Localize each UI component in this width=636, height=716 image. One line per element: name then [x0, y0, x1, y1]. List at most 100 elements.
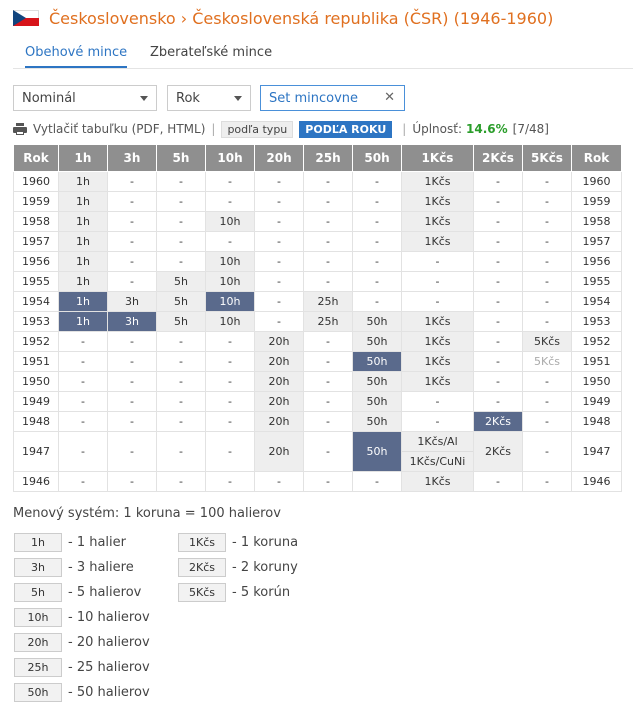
empty-cell: -: [522, 371, 572, 392]
sort-by-type-button[interactable]: podľa typu: [221, 120, 294, 138]
table-row: 1948- - - -20h -50h -2Kčs -1948: [13, 411, 622, 432]
coin-cell[interactable]: 5Kčs: [522, 331, 572, 352]
empty-cell: -: [107, 251, 157, 272]
table-row: 1954 1h 3h 5h 10h -25h - - - -1954: [13, 291, 622, 312]
coin-cell[interactable]: 25h: [303, 291, 353, 312]
table-row: 1952- - - -20h -50h 1Kčs -5Kčs 1952: [13, 331, 622, 352]
coin-cell[interactable]: 3h: [107, 291, 157, 312]
coin-cell[interactable]: 1h: [58, 191, 108, 212]
coin-cell[interactable]: 10h: [205, 251, 255, 272]
print-table-link[interactable]: Vytlačiť tabuľku (PDF, HTML): [33, 122, 205, 136]
row-year-right: 1955: [571, 271, 622, 292]
table-row: 1956 1h - -10h - - - - - -1956: [13, 251, 622, 272]
table-row: 1960 1h - - - - - -1Kčs - -1960: [13, 171, 622, 192]
empty-cell: -: [107, 191, 157, 212]
coin-cell[interactable]: 50h: [352, 411, 402, 432]
coin-cell[interactable]: 20h: [254, 391, 304, 412]
coin-cell[interactable]: 5h: [156, 311, 206, 332]
coin-cell[interactable]: 1h: [58, 231, 108, 252]
coin-cell[interactable]: 20h: [254, 351, 304, 372]
table-row: 1950- - - -20h -50h 1Kčs - -1950: [13, 371, 622, 392]
empty-cell: -: [107, 231, 157, 252]
sort-by-year-button[interactable]: PODĽA ROKU: [299, 120, 393, 138]
empty-cell: -: [401, 271, 474, 292]
row-year-right: 1946: [571, 471, 622, 492]
printer-icon[interactable]: [13, 123, 27, 135]
coin-cell[interactable]: 1Kčs: [401, 171, 474, 192]
coin-cell: 1Kčs/Al 1Kčs/CuNi: [401, 431, 474, 472]
close-icon[interactable]: ✕: [384, 90, 395, 105]
empty-cell: -: [303, 431, 353, 472]
coin-cell[interactable]: 1Kčs: [401, 231, 474, 252]
coin-cell[interactable]: 20h: [254, 411, 304, 432]
coin-cell[interactable]: 1h: [58, 251, 108, 272]
coin-cell[interactable]: 20h: [254, 371, 304, 392]
empty-cell: -: [205, 411, 255, 432]
empty-cell: -: [58, 391, 108, 412]
coins-by-year-table: Rok 1h 3h 5h 10h 20h 25h 50h 1Kčs 2Kčs 5Kčs Rok 196…: [13, 144, 622, 492]
row-year-left: 1948: [13, 411, 59, 432]
coin-cell[interactable]: 50h: [352, 431, 402, 472]
coin-cell[interactable]: 1h: [58, 291, 108, 312]
empty-cell: -: [303, 351, 353, 372]
empty-cell: -: [522, 471, 572, 492]
coin-cell[interactable]: 1Kčs: [401, 311, 474, 332]
table-row: 1958 1h - -10h - - -1Kčs - -1958: [13, 211, 622, 232]
coin-cell[interactable]: 3h: [107, 311, 157, 332]
completeness-count: [7/48]: [512, 122, 549, 136]
coin-cell[interactable]: 1Kčs: [401, 191, 474, 212]
row-year-left: 1956: [13, 251, 59, 272]
coin-cell[interactable]: 1h: [58, 311, 108, 332]
coin-cell[interactable]: 1Kčs: [401, 371, 474, 392]
page-title[interactable]: Československo › Československá republik…: [49, 9, 553, 28]
row-year-right: 1960: [571, 171, 622, 192]
coin-cell[interactable]: 20h: [254, 331, 304, 352]
empty-cell: -: [522, 211, 572, 232]
coin-cell[interactable]: 5h: [156, 291, 206, 312]
coin-cell[interactable]: 10h: [205, 311, 255, 332]
empty-cell: -: [205, 471, 255, 492]
empty-cell: -: [303, 251, 353, 272]
column-header-20h: 20h: [254, 144, 304, 172]
coin-cell[interactable]: 1h: [58, 211, 108, 232]
empty-cell: -: [58, 411, 108, 432]
currency-system-note: Menový systém: 1 koruna = 100 halierov: [13, 506, 281, 521]
coin-cell[interactable]: 1h: [58, 171, 108, 192]
coin-cell[interactable]: 1Kčs: [401, 351, 474, 372]
coin-cell[interactable]: 50h: [352, 391, 402, 412]
coin-variant[interactable]: 1Kčs/Al: [402, 432, 473, 451]
coin-cell[interactable]: 10h: [205, 271, 255, 292]
legend-chip: 20h: [14, 633, 62, 652]
coin-cell[interactable]: 10h: [205, 211, 255, 232]
year-select[interactable]: Rok: [167, 85, 251, 111]
coin-cell[interactable]: 50h: [352, 351, 402, 372]
coin-cell[interactable]: 1Kčs: [401, 331, 474, 352]
coin-cell[interactable]: 5h: [156, 271, 206, 292]
coin-cell[interactable]: 25h: [303, 311, 353, 332]
empty-cell: -: [254, 251, 304, 272]
coin-cell[interactable]: 5Kčs: [522, 351, 572, 372]
tab-collector-coins[interactable]: Zberateľské mince: [150, 45, 272, 66]
coin-cell[interactable]: 20h: [254, 431, 304, 472]
coin-variant[interactable]: 1Kčs/CuNi: [402, 451, 473, 471]
coin-cell[interactable]: 50h: [352, 311, 402, 332]
nominal-select[interactable]: Nominál: [13, 85, 157, 111]
empty-cell: -: [58, 371, 108, 392]
coin-cell[interactable]: 1h: [58, 271, 108, 292]
coin-cell[interactable]: 2Kčs: [473, 431, 523, 472]
coin-cell[interactable]: 2Kčs: [473, 411, 523, 432]
coin-cell[interactable]: 10h: [205, 291, 255, 312]
coin-cell[interactable]: 1Kčs: [401, 471, 474, 492]
tab-circulation-coins[interactable]: Obehové mince: [25, 45, 128, 68]
coin-cell[interactable]: 50h: [352, 371, 402, 392]
coin-cell[interactable]: 1Kčs: [401, 211, 474, 232]
empty-cell: -: [522, 391, 572, 412]
coin-cell[interactable]: 50h: [352, 331, 402, 352]
empty-cell: -: [522, 431, 572, 472]
empty-cell: -: [156, 171, 206, 192]
empty-cell: -: [303, 211, 353, 232]
row-year-right: 1956: [571, 251, 622, 272]
empty-cell: -: [473, 171, 523, 192]
mint-set-filter[interactable]: Set mincovne ✕: [260, 85, 405, 111]
empty-cell: -: [107, 371, 157, 392]
